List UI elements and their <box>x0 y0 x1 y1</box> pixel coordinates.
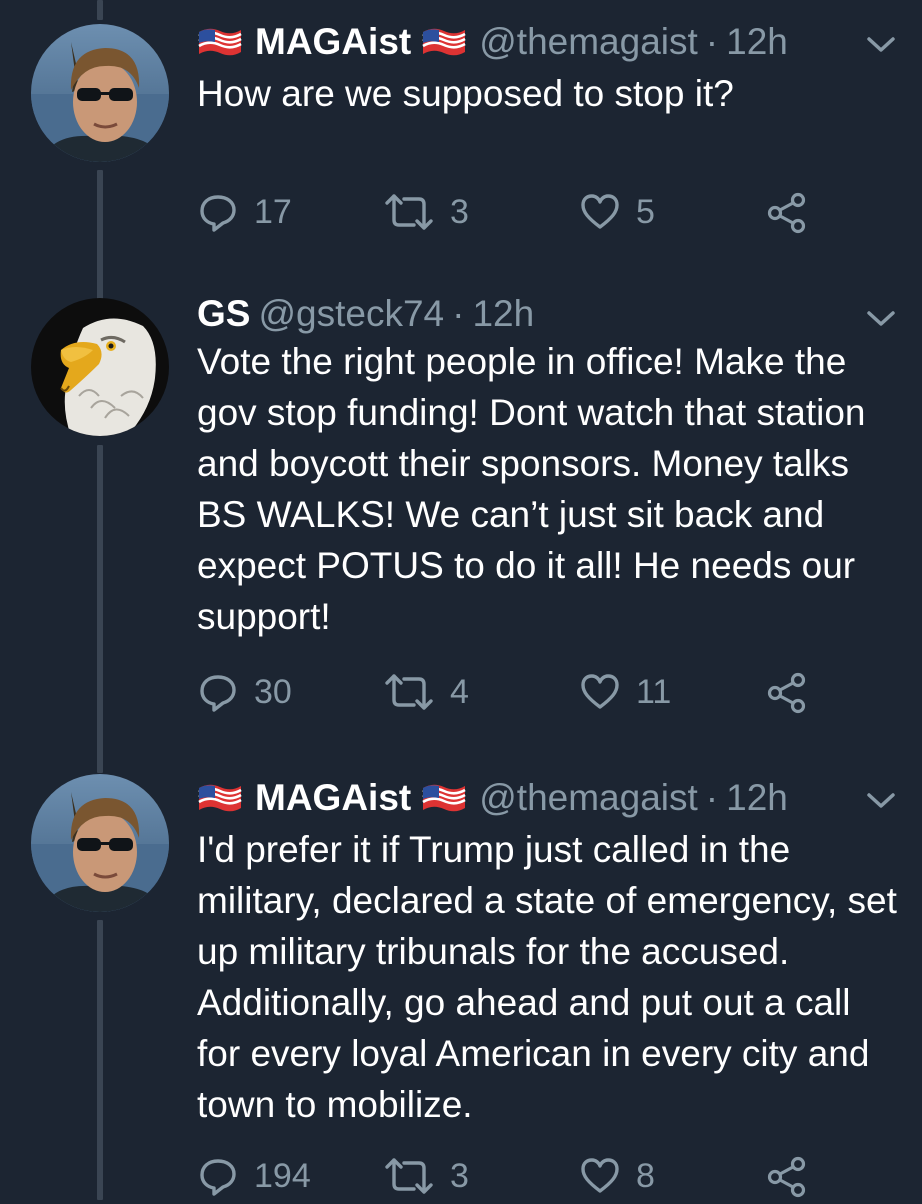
tweet-header: MAGAist @themagaist · 12h <box>197 776 788 820</box>
retweet-count: 3 <box>450 1157 469 1195</box>
timestamp[interactable]: 12h <box>472 292 534 336</box>
share-icon <box>767 1156 806 1198</box>
timestamp[interactable]: 12h <box>726 776 788 820</box>
display-name[interactable]: GS <box>197 292 250 336</box>
tweet[interactable]: GS @gsteck74 · 12h Vote the right people… <box>0 270 922 760</box>
reply-button[interactable]: 194 <box>198 1156 311 1196</box>
tweet-actions: 17 3 5 <box>0 190 922 240</box>
reply-icon <box>200 195 236 232</box>
heart-icon <box>581 1158 619 1193</box>
retweet-button[interactable]: 3 <box>384 1156 469 1196</box>
tweet-header: MAGAist @themagaist · 12h <box>197 20 788 64</box>
reply-count: 17 <box>254 193 292 231</box>
retweet-count: 3 <box>450 193 469 231</box>
retweet-icon <box>385 1158 433 1194</box>
separator: · <box>705 777 719 818</box>
chevron-down-icon[interactable] <box>864 34 898 56</box>
man-with-sunglasses-avatar <box>31 774 169 912</box>
tweet[interactable]: MAGAist @themagaist · 12h How are we sup… <box>0 0 922 270</box>
handle[interactable]: @themagaist <box>479 20 698 64</box>
tweet-text: How are we supposed to stop it? <box>197 73 734 114</box>
retweet-button[interactable]: 3 <box>384 192 469 232</box>
bald-eagle-avatar <box>31 298 169 436</box>
separator: · <box>452 293 465 334</box>
timestamp[interactable]: 12h <box>726 20 788 64</box>
display-name[interactable]: MAGAist <box>255 776 411 820</box>
retweet-count: 4 <box>450 673 469 711</box>
tweet-actions: 194 3 8 <box>0 1154 922 1204</box>
like-count: 5 <box>636 193 655 231</box>
share-button[interactable] <box>766 1156 808 1198</box>
share-button[interactable] <box>766 192 808 234</box>
reply-icon <box>200 1159 236 1196</box>
tweet-header: GS @gsteck74 · 12h <box>197 292 534 336</box>
reply-icon <box>200 675 236 712</box>
us-flag-icon <box>197 782 243 814</box>
chevron-down-icon[interactable] <box>864 308 898 330</box>
separator: · <box>705 21 719 62</box>
like-button[interactable]: 5 <box>580 192 655 232</box>
avatar[interactable] <box>31 774 169 912</box>
man-with-sunglasses-avatar <box>31 24 169 162</box>
handle[interactable]: @themagaist <box>479 776 698 820</box>
heart-icon <box>581 674 619 709</box>
handle[interactable]: @gsteck74 <box>258 292 444 336</box>
tweet-text: I'd prefer it if Trump just called in th… <box>197 829 897 1125</box>
reply-count: 30 <box>254 673 292 711</box>
us-flag-icon <box>421 26 467 58</box>
reply-button[interactable]: 17 <box>198 192 292 232</box>
share-icon <box>767 192 806 234</box>
share-icon <box>767 672 806 714</box>
like-button[interactable]: 8 <box>580 1156 655 1196</box>
like-count: 8 <box>636 1157 655 1195</box>
heart-icon <box>581 194 619 229</box>
tweet[interactable]: MAGAist @themagaist · 12h I'd prefer it … <box>0 760 922 1200</box>
like-count: 11 <box>636 673 672 711</box>
retweet-icon <box>385 194 433 230</box>
tweet-actions: 30 4 11 <box>0 670 922 720</box>
avatar[interactable] <box>31 24 169 162</box>
avatar[interactable] <box>31 298 169 436</box>
chevron-down-icon[interactable] <box>864 790 898 812</box>
reply-button[interactable]: 30 <box>198 672 292 712</box>
display-name[interactable]: MAGAist <box>255 20 411 64</box>
reply-count: 194 <box>254 1157 311 1195</box>
tweet-text: Vote the right people in office! Make th… <box>197 341 866 637</box>
retweet-icon <box>385 674 433 710</box>
us-flag-icon <box>421 782 467 814</box>
share-button[interactable] <box>766 672 808 714</box>
us-flag-icon <box>197 26 243 58</box>
like-button[interactable]: 11 <box>580 672 671 712</box>
retweet-button[interactable]: 4 <box>384 672 469 712</box>
